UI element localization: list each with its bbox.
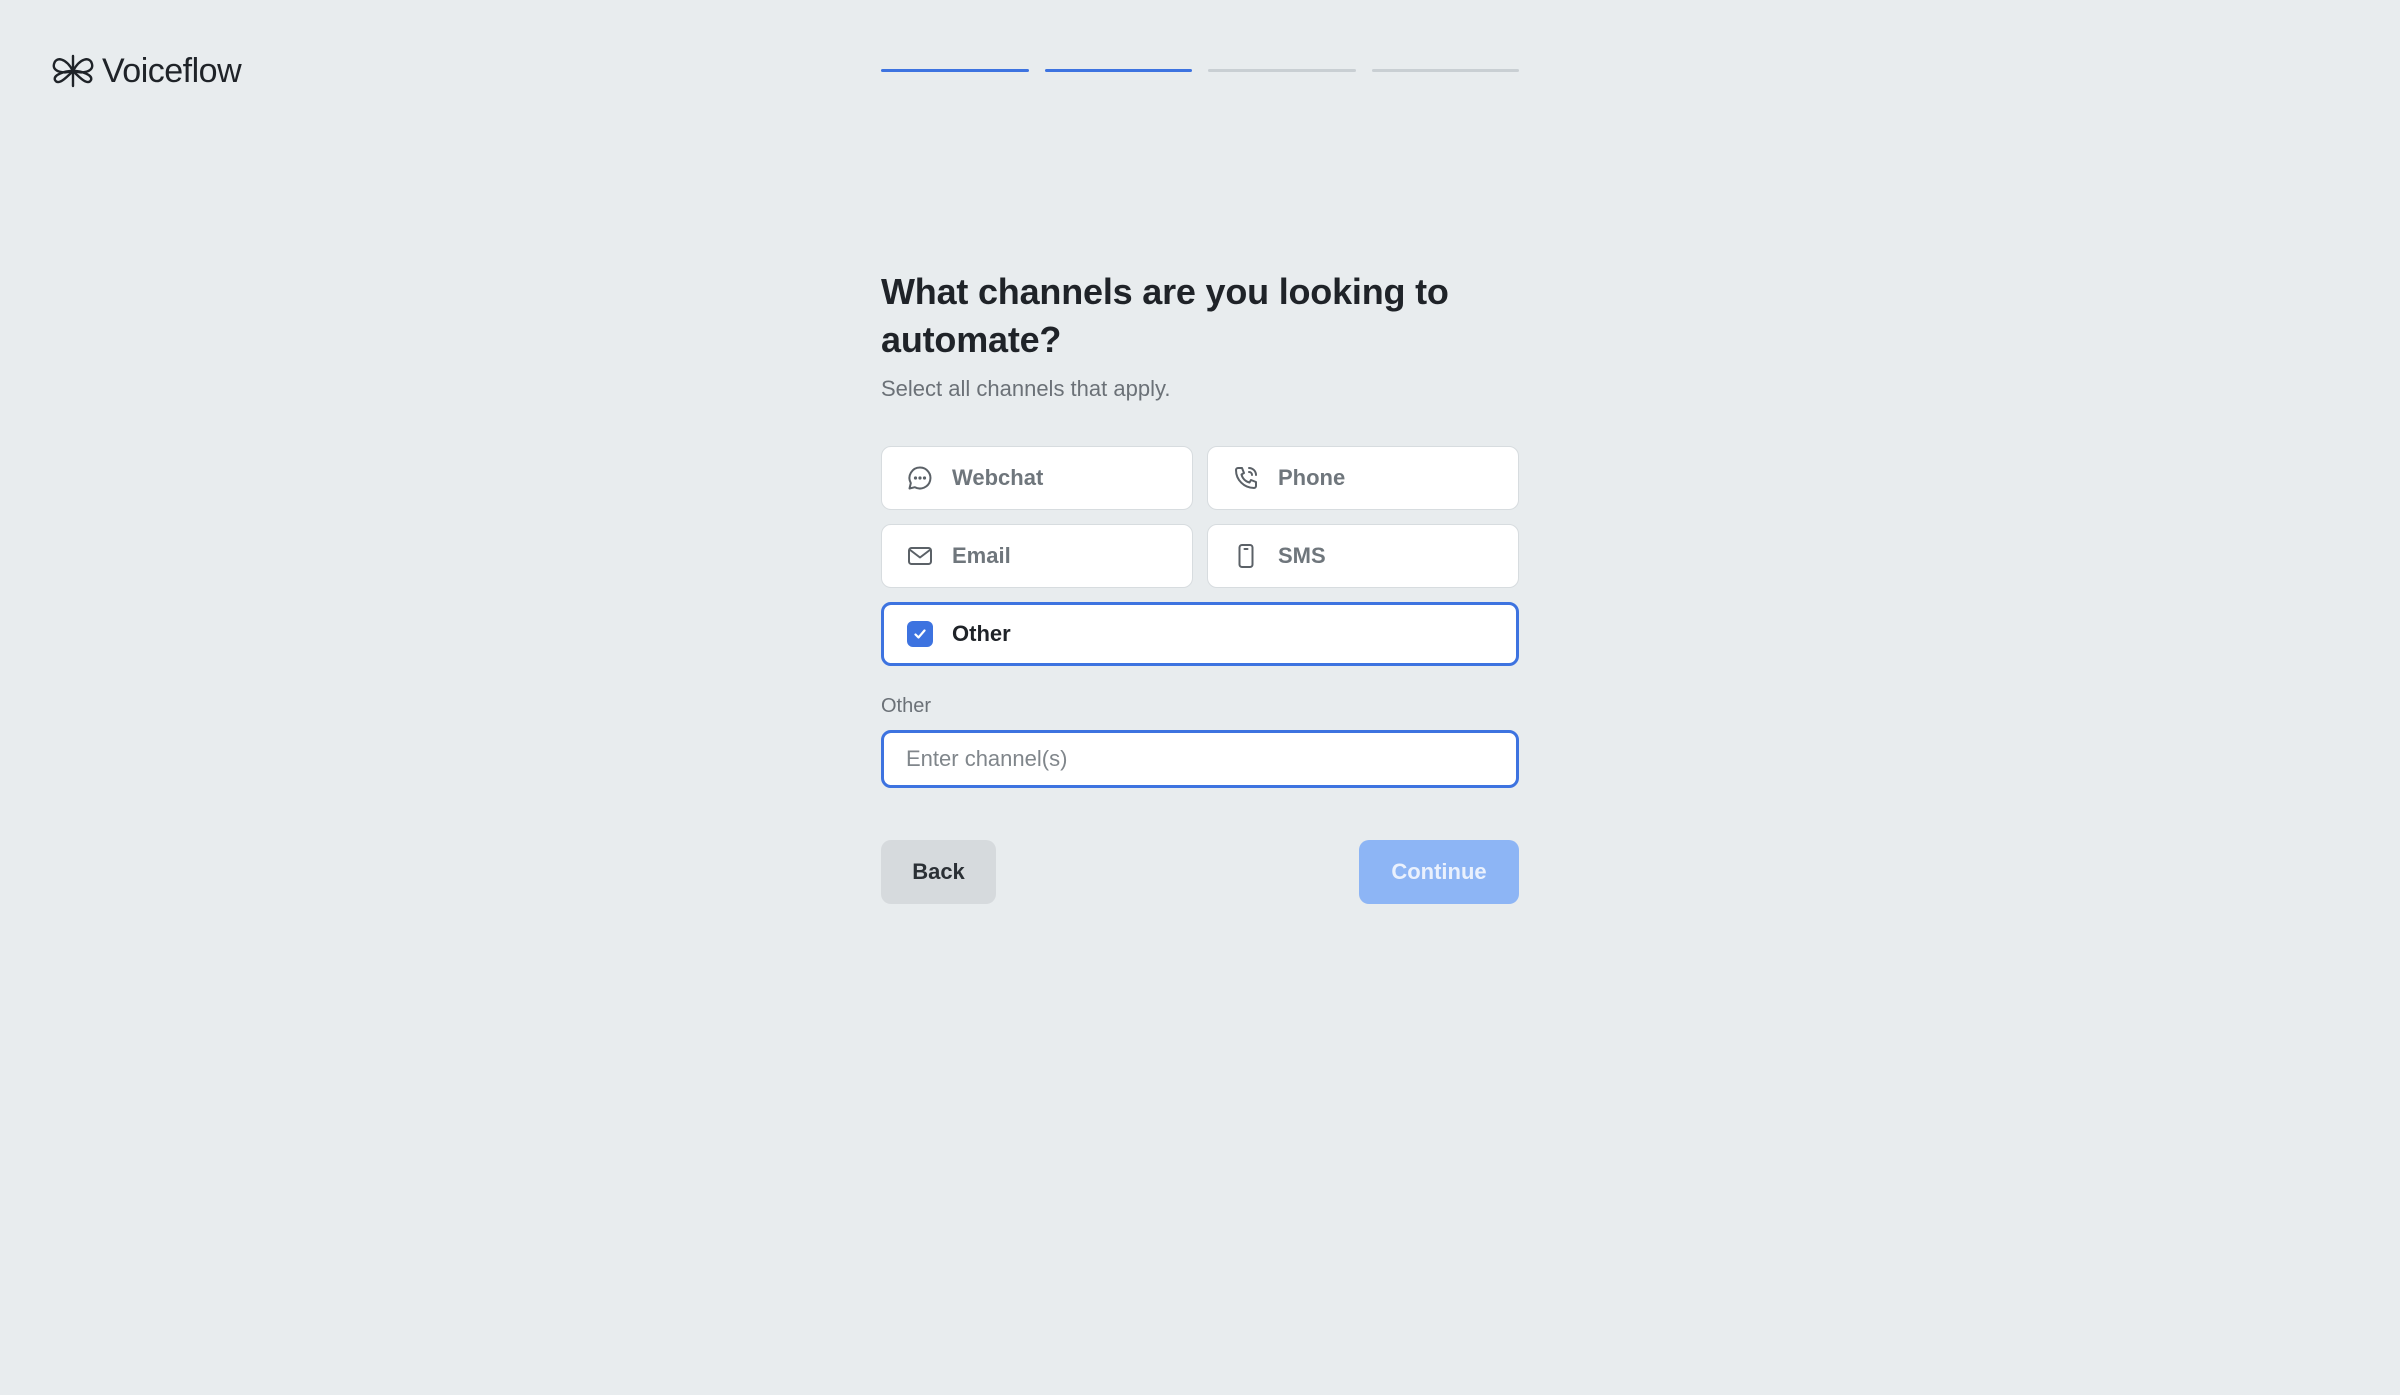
progress-step-3 — [1208, 69, 1356, 72]
other-channels-input[interactable] — [881, 730, 1519, 788]
option-phone[interactable]: Phone — [1207, 446, 1519, 510]
voiceflow-logo[interactable]: Voiceflow — [50, 52, 242, 90]
option-label: Phone — [1278, 465, 1346, 490]
continue-button[interactable]: Continue — [1359, 840, 1519, 904]
progress-step-4 — [1371, 69, 1519, 72]
logo-wordmark: Voiceflow — [102, 52, 242, 90]
progress-step-1 — [881, 69, 1029, 72]
progress-bar — [881, 69, 1519, 72]
phone-icon — [1232, 464, 1260, 492]
mobile-phone-icon — [1232, 542, 1260, 570]
checkbox-checked-icon[interactable] — [906, 620, 934, 648]
onboarding-panel: What channels are you looking to automat… — [881, 268, 1519, 904]
channel-options: Webchat Phone Email SMS Other — [881, 446, 1519, 666]
back-button[interactable]: Back — [881, 840, 996, 904]
option-label: Email — [952, 543, 1011, 568]
voiceflow-logo-icon — [52, 54, 94, 88]
option-label: SMS — [1278, 543, 1326, 568]
other-field-label: Other — [881, 695, 932, 717]
progress-step-2 — [1044, 69, 1192, 72]
page-subtitle: Select all channels that apply. — [881, 376, 1171, 401]
chat-bubble-icon — [906, 464, 934, 492]
option-sms[interactable]: SMS — [1207, 524, 1519, 588]
page-title: What channels are you looking to automat… — [881, 271, 1449, 360]
form-actions: Back Continue — [881, 840, 1519, 904]
option-email[interactable]: Email — [881, 524, 1193, 588]
option-other[interactable]: Other — [881, 602, 1519, 666]
envelope-icon — [906, 542, 934, 570]
option-label: Webchat — [952, 465, 1044, 490]
option-webchat[interactable]: Webchat — [881, 446, 1193, 510]
option-label: Other — [952, 621, 1011, 646]
